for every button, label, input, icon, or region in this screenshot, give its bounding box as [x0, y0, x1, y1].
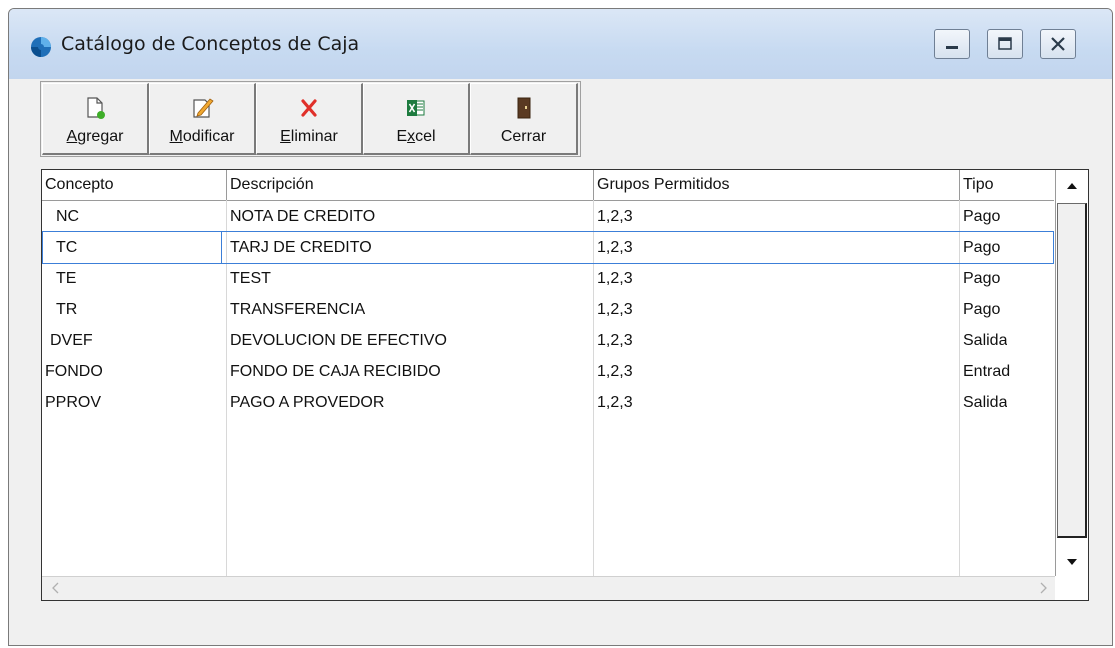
minimize-button[interactable]: [934, 29, 970, 59]
cell-concepto: FONDO: [45, 363, 103, 380]
scroll-up-button[interactable]: [1057, 171, 1087, 201]
excel-button[interactable]: Excel: [363, 83, 470, 155]
table-row[interactable]: TR TRANSFERENCIA 1,2,3 Pago: [42, 294, 1054, 325]
catalog-window: Catálogo de Conceptos de Caja Agregar Mo…: [8, 8, 1113, 646]
cell-descripcion: NOTA DE CREDITO: [230, 208, 376, 225]
edit-pencil-icon: [193, 98, 214, 118]
scroll-thumb[interactable]: [1057, 203, 1087, 538]
new-document-icon: [87, 97, 105, 119]
cell-concepto: TE: [56, 270, 77, 287]
exit-door-icon: [517, 97, 530, 119]
table-row[interactable]: DVEF DEVOLUCION DE EFECTIVO 1,2,3 Salida: [42, 325, 1054, 356]
agregar-button[interactable]: Agregar: [42, 83, 149, 155]
cell-tipo: Pago: [963, 239, 1001, 256]
app-logo-icon: [31, 37, 51, 57]
table-row[interactable]: FONDO FONDO DE CAJA RECIBIDO 1,2,3 Entra…: [42, 356, 1054, 387]
agregar-label: Agregar: [66, 128, 124, 145]
title-bar[interactable]: Catálogo de Conceptos de Caja: [9, 9, 1112, 79]
table-row[interactable]: TE TEST 1,2,3 Pago: [42, 263, 1054, 294]
cell-descripcion: PAGO A PROVEDOR: [230, 394, 385, 411]
cerrar-button[interactable]: Cerrar: [470, 83, 578, 155]
minimize-icon: [946, 46, 958, 49]
cell-descripcion: TARJ DE CREDITO: [230, 239, 372, 256]
cell-grupos: 1,2,3: [597, 363, 633, 380]
vertical-scrollbar[interactable]: [1055, 170, 1088, 580]
cell-grupos: 1,2,3: [597, 208, 633, 225]
eliminar-button[interactable]: Eliminar: [256, 83, 363, 155]
toolbar: Agregar Modificar Eliminar Excel Cerrar: [40, 81, 581, 157]
cell-concepto: PPROV: [45, 394, 102, 411]
cell-grupos: 1,2,3: [597, 239, 633, 256]
cell-descripcion: DEVOLUCION DE EFECTIVO: [230, 332, 447, 349]
cell-concepto: TR: [56, 301, 78, 318]
cell-descripcion: TEST: [230, 270, 271, 287]
cell-tipo: Pago: [963, 270, 1001, 287]
concepts-grid[interactable]: Concepto Descripción Grupos Permitidos T…: [41, 169, 1089, 601]
excel-label: Excel: [396, 128, 436, 145]
cell-descripcion: TRANSFERENCIA: [230, 301, 366, 318]
cell-tipo: Pago: [963, 208, 1001, 225]
cell-concepto: NC: [56, 208, 80, 225]
column-header-tipo[interactable]: Tipo: [960, 170, 1055, 200]
arrow-right-icon[interactable]: [1031, 577, 1055, 599]
modificar-button[interactable]: Modificar: [149, 83, 256, 155]
column-header-concepto[interactable]: Concepto: [42, 170, 227, 200]
table-row[interactable]: PPROV PAGO A PROVEDOR 1,2,3 Salida: [42, 387, 1054, 418]
horizontal-scrollbar[interactable]: [42, 576, 1057, 600]
grid-header: Concepto Descripción Grupos Permitidos T…: [42, 170, 1054, 201]
restore-button[interactable]: [987, 29, 1023, 59]
cell-grupos: 1,2,3: [597, 332, 633, 349]
scroll-down-button[interactable]: [1057, 547, 1087, 577]
delete-x-icon: [301, 99, 317, 117]
cell-tipo: Salida: [963, 394, 1008, 411]
column-header-grupos[interactable]: Grupos Permitidos: [594, 170, 960, 200]
close-button[interactable]: [1040, 29, 1076, 59]
column-header-descripcion[interactable]: Descripción: [227, 170, 594, 200]
cell-tipo: Pago: [963, 301, 1001, 318]
arrow-up-icon: [1067, 183, 1077, 189]
window-title: Catálogo de Conceptos de Caja: [61, 33, 360, 55]
table-row[interactable]: NC NOTA DE CREDITO 1,2,3 Pago: [42, 201, 1054, 232]
restore-icon: [998, 37, 1012, 50]
table-row-selected[interactable]: TC TARJ DE CREDITO 1,2,3 Pago: [42, 231, 1054, 264]
cell-grupos: 1,2,3: [597, 301, 633, 318]
excel-icon: [407, 100, 425, 116]
cell-tipo: Salida: [963, 332, 1008, 349]
cell-tipo: Entrad: [963, 363, 1011, 380]
eliminar-label: Eliminar: [280, 128, 338, 145]
cell-concepto: TC: [56, 239, 78, 256]
close-icon: [1051, 37, 1065, 51]
cerrar-label: Cerrar: [500, 128, 547, 145]
arrow-down-icon: [1067, 559, 1077, 565]
scrollbar-corner: [1055, 576, 1088, 600]
modificar-label: Modificar: [169, 128, 235, 145]
cell-concepto: DVEF: [50, 332, 93, 349]
focus-cell-border: [221, 232, 222, 263]
cell-descripcion: FONDO DE CAJA RECIBIDO: [230, 363, 441, 380]
arrow-left-icon[interactable]: [44, 577, 68, 599]
cell-grupos: 1,2,3: [597, 270, 633, 287]
cell-grupos: 1,2,3: [597, 394, 633, 411]
